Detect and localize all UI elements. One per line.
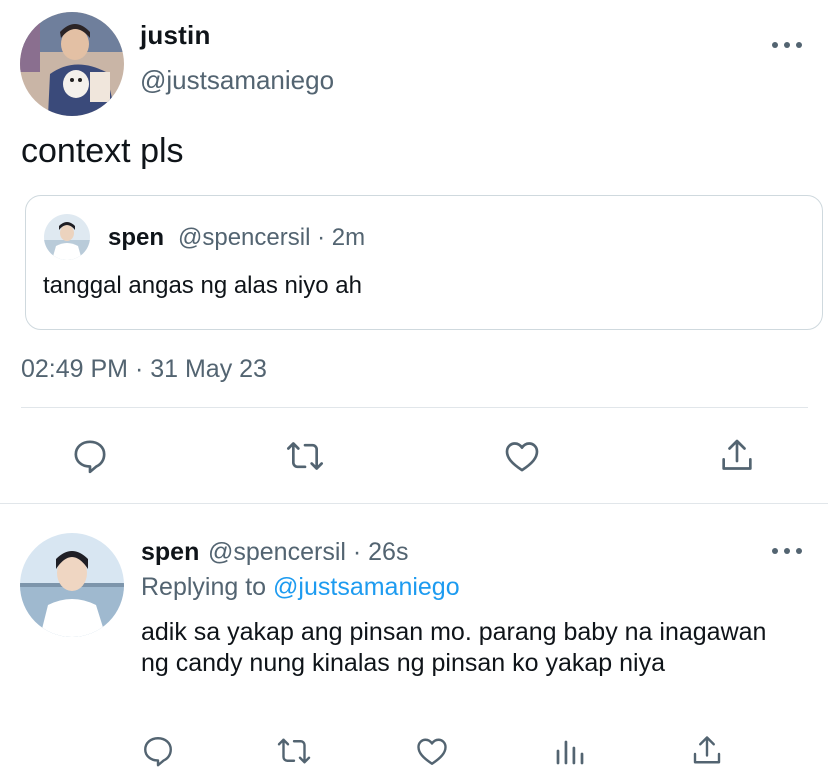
retweet-icon[interactable] (283, 434, 327, 478)
quoted-author-handle-time: @spencersil · 2m (178, 224, 366, 251)
views-icon[interactable] (548, 729, 592, 773)
reply-text: adik sa yakap ang pinsan mo. parang baby… (141, 618, 767, 677)
quoted-author-avatar (44, 214, 90, 260)
quoted-author-name: spen (108, 224, 165, 251)
replying-to: Replying to @justsamaniego (141, 573, 460, 602)
replying-to-handle-link[interactable]: @justsamaniego (273, 573, 460, 601)
quoted-tweet-text: tanggal angas ng alas niyo ah (43, 272, 362, 299)
like-icon[interactable] (500, 434, 544, 478)
main-avatar[interactable] (20, 12, 124, 116)
avatar-photo (20, 12, 124, 116)
divider (21, 407, 808, 408)
more-icon[interactable] (772, 546, 802, 556)
replying-to-prefix: Replying to (141, 573, 267, 601)
avatar-photo (20, 533, 124, 637)
quoted-tweet-card[interactable]: spen @spencersil · 2m tanggal angas ng a… (25, 195, 823, 330)
reply-author-handle-time[interactable]: @spencersil · 26s (208, 538, 408, 567)
reply-author-name[interactable]: spen (141, 538, 199, 567)
reply-author-avatar[interactable] (20, 533, 124, 637)
author-handle[interactable]: @justsamaniego (140, 65, 334, 96)
avatar-photo (44, 214, 90, 260)
retweet-icon[interactable] (272, 729, 316, 773)
divider (0, 503, 828, 504)
tweet-text: context pls (21, 132, 184, 170)
tweet-timestamp[interactable]: 02:49 PM · 31 May 23 (21, 355, 267, 384)
like-icon[interactable] (410, 729, 454, 773)
share-icon[interactable] (685, 729, 729, 773)
reply-icon[interactable] (68, 434, 112, 478)
author-name[interactable]: justin (140, 20, 211, 51)
share-icon[interactable] (715, 434, 759, 478)
more-icon[interactable] (772, 40, 802, 50)
reply-icon[interactable] (136, 729, 180, 773)
